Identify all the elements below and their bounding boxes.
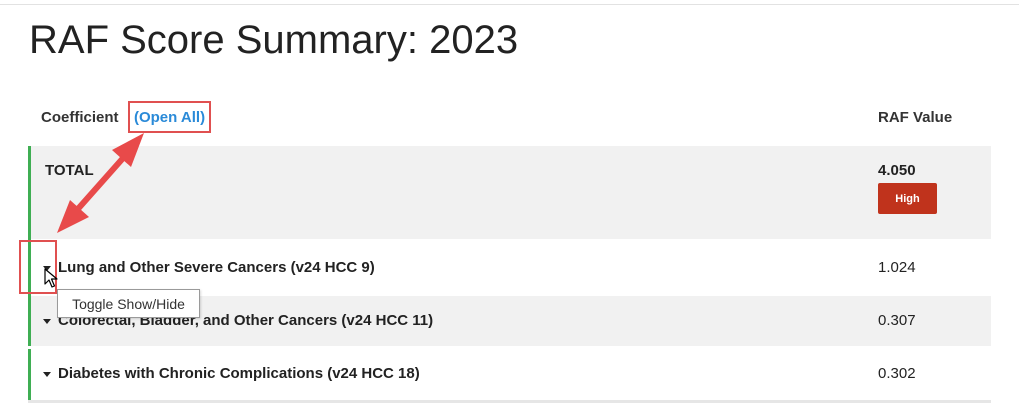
coefficient-header: Coefficient: [41, 109, 119, 126]
hcc-value: 0.302: [878, 365, 916, 382]
page-title: RAF Score Summary: 2023: [29, 18, 519, 62]
hcc-row[interactable]: Diabetes with Chronic Complications (v24…: [28, 349, 991, 400]
risk-level-badge: High: [878, 183, 937, 214]
open-all-label: Open All: [138, 108, 201, 126]
total-label: TOTAL: [45, 162, 94, 179]
toggle-tooltip: Toggle Show/Hide: [57, 289, 200, 318]
total-row: TOTAL 4.050 High: [28, 146, 991, 239]
hcc-row[interactable]: Lung and Other Severe Cancers (v24 HCC 9…: [28, 239, 991, 296]
hcc-label[interactable]: Diabetes with Chronic Complications (v24…: [58, 365, 420, 382]
table-bottom-border: [28, 400, 991, 403]
total-value: 4.050: [878, 162, 916, 179]
open-all-annotation-box: (Open All): [128, 101, 211, 133]
raf-value-header: RAF Value: [878, 109, 953, 126]
hcc-value: 0.307: [878, 312, 916, 329]
caret-down-icon[interactable]: [43, 319, 51, 324]
close-paren: ): [200, 108, 206, 126]
open-all-link[interactable]: (Open All): [134, 109, 205, 126]
top-divider: [0, 4, 1019, 5]
hcc-label[interactable]: Lung and Other Severe Cancers (v24 HCC 9…: [58, 259, 375, 276]
hcc-value: 1.024: [878, 259, 916, 276]
mouse-pointer-icon: [44, 268, 58, 288]
caret-down-icon[interactable]: [43, 372, 51, 377]
